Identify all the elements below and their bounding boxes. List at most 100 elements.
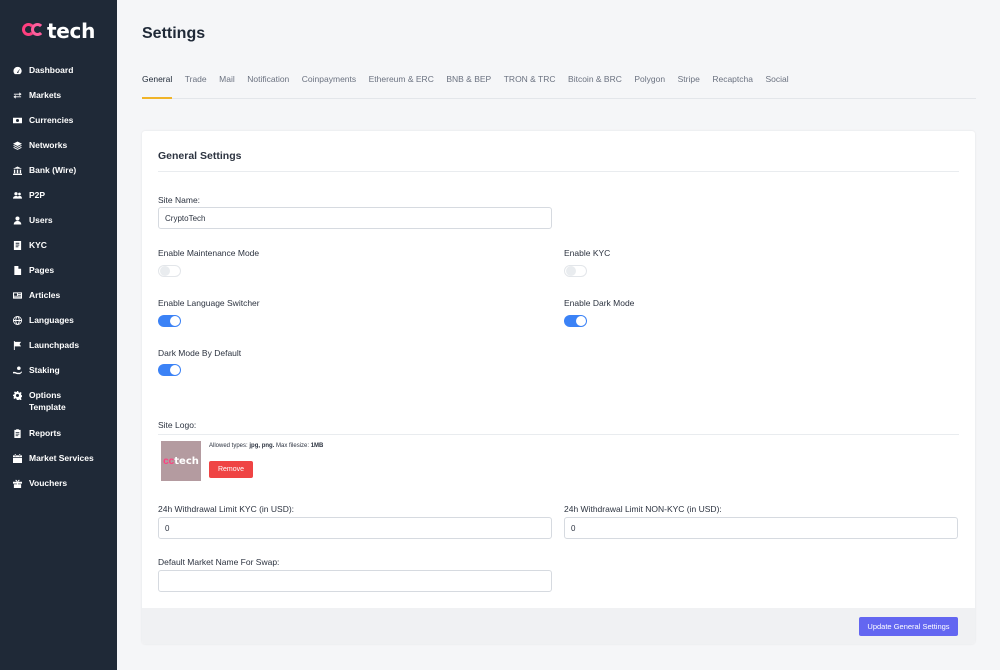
- dark-mode-default-label: Dark Mode By Default: [158, 348, 242, 358]
- brand-mark-icon: [22, 21, 46, 41]
- sidebar-item-markets[interactable]: Markets: [0, 89, 117, 114]
- tab-tron-trc[interactable]: TRON & TRC: [504, 74, 556, 99]
- default-market-name-label: Default Market Name For Swap:: [158, 557, 280, 567]
- settings-tabs: General Trade Mail Notification Coinpayments…: [142, 74, 976, 99]
- enable-kyc-toggle[interactable]: [564, 265, 587, 277]
- tab-stripe[interactable]: Stripe: [678, 74, 700, 99]
- sidebar-item-label: Launchpads: [29, 340, 80, 350]
- sidebar-item-pages[interactable]: Pages: [0, 264, 117, 289]
- exchange-arrows-icon: [12, 90, 22, 100]
- dark-mode-default-toggle[interactable]: [158, 364, 181, 376]
- clipboard-icon: [12, 428, 22, 438]
- sidebar-item-label: Networks: [29, 140, 68, 150]
- newspaper-icon: [12, 290, 22, 300]
- thumb-brand-mark-icon: cc: [163, 455, 175, 467]
- sidebar-item-market-services[interactable]: Market Services: [0, 452, 117, 477]
- brand-logo-text: tech: [47, 19, 96, 43]
- user-icon: [12, 215, 22, 225]
- sidebar-item-languages[interactable]: Languages: [0, 314, 117, 339]
- tab-polygon[interactable]: Polygon: [634, 74, 665, 99]
- dashboard-gauge-icon: [12, 65, 22, 75]
- site-logo-thumbnail: cc tech: [161, 441, 201, 481]
- card-footer: Update General Settings: [142, 608, 975, 644]
- gear-icon: [12, 390, 22, 400]
- globe-icon: [12, 315, 22, 325]
- sidebar-item-kyc[interactable]: KYC: [0, 239, 117, 264]
- flag-icon: [12, 340, 22, 350]
- sidebar-item-p2p[interactable]: P2P: [0, 189, 117, 214]
- sidebar-item-options-template[interactable]: Options Template: [0, 389, 117, 427]
- sidebar-item-label: Users: [29, 215, 53, 225]
- card-title: General Settings: [158, 150, 242, 162]
- site-name-label: Site Name:: [158, 195, 201, 205]
- sidebar-item-label: P2P: [29, 190, 46, 200]
- max-filesize-prefix: Max filesize:: [274, 443, 311, 449]
- sidebar-item-dashboard[interactable]: Dashboard: [0, 64, 117, 89]
- tab-mail[interactable]: Mail: [219, 74, 235, 99]
- enable-kyc-label: Enable KYC: [564, 248, 611, 258]
- tab-notification[interactable]: Notification: [247, 74, 289, 99]
- withdrawal-limit-nonkyc-input[interactable]: [564, 517, 958, 539]
- site-logo-divider: [158, 434, 959, 435]
- allowed-types-prefix: Allowed types:: [209, 443, 250, 449]
- sidebar-item-label: Articles: [29, 290, 61, 300]
- tab-coinpayments[interactable]: Coinpayments: [302, 74, 356, 99]
- sidebar-item-label: Currencies: [29, 115, 74, 125]
- sidebar-item-label: KYC: [29, 240, 47, 250]
- page-title: Settings: [142, 25, 206, 42]
- sidebar: tech Dashboard Markets Currencies Networks B…: [0, 0, 117, 670]
- update-general-settings-button[interactable]: Update General Settings: [859, 617, 958, 636]
- hand-coin-icon: [12, 365, 22, 375]
- card-divider: [158, 171, 959, 172]
- sidebar-item-articles[interactable]: Articles: [0, 289, 117, 314]
- gift-icon: [12, 478, 22, 488]
- max-filesize-value: 1MB: [310, 443, 324, 449]
- site-name-input[interactable]: [158, 207, 552, 229]
- default-market-name-input[interactable]: [158, 570, 552, 592]
- sidebar-nav: Dashboard Markets Currencies Networks Bank (…: [0, 64, 117, 502]
- remove-logo-button[interactable]: Remove: [209, 461, 253, 478]
- tab-social[interactable]: Social: [765, 74, 788, 99]
- sidebar-item-label: Reports: [29, 428, 62, 438]
- language-switcher-toggle[interactable]: [158, 315, 181, 327]
- sidebar-item-vouchers[interactable]: Vouchers: [0, 477, 117, 502]
- calendar-icon: [12, 453, 22, 463]
- sidebar-item-networks[interactable]: Networks: [0, 139, 117, 164]
- sidebar-item-label: Bank (Wire): [29, 165, 77, 175]
- dark-mode-toggle[interactable]: [564, 315, 587, 327]
- thumb-logo-text: tech: [174, 455, 199, 467]
- sidebar-item-label: Market Services: [29, 453, 94, 463]
- sidebar-item-bank-wire[interactable]: Bank (Wire): [0, 164, 117, 189]
- language-switcher-label: Enable Language Switcher: [158, 298, 260, 308]
- sidebar-item-label: Dashboard: [29, 65, 74, 75]
- tab-general[interactable]: General: [142, 74, 173, 99]
- toggle-knob: [170, 316, 180, 326]
- sidebar-item-currencies[interactable]: Currencies: [0, 114, 117, 139]
- sidebar-item-launchpads[interactable]: Launchpads: [0, 339, 117, 364]
- sidebar-item-reports[interactable]: Reports: [0, 427, 117, 452]
- users-icon: [12, 190, 22, 200]
- sidebar-item-label: Languages: [29, 315, 74, 325]
- tab-ethereum-erc[interactable]: Ethereum & ERC: [369, 74, 434, 99]
- tab-bitcoin-brc[interactable]: Bitcoin & BRC: [568, 74, 622, 99]
- id-card-icon: [12, 240, 22, 250]
- withdrawal-limit-kyc-input[interactable]: [158, 517, 552, 539]
- maintenance-mode-toggle[interactable]: [158, 265, 181, 277]
- dark-mode-label: Enable Dark Mode: [564, 298, 635, 308]
- tab-recaptcha[interactable]: Recaptcha: [712, 74, 753, 99]
- toggle-knob: [576, 316, 586, 326]
- tab-trade[interactable]: Trade: [185, 74, 207, 99]
- allowed-types-text: Allowed types: jpg, png. Max filesize: 1…: [209, 443, 323, 449]
- withdrawal-limit-nonkyc-label: 24h Withdrawal Limit NON-KYC (in USD):: [564, 504, 722, 514]
- maintenance-mode-label: Enable Maintenance Mode: [158, 248, 260, 258]
- toggle-knob: [160, 266, 170, 276]
- sidebar-item-users[interactable]: Users: [0, 214, 117, 239]
- sidebar-item-label: Markets: [29, 90, 62, 100]
- brand-logo[interactable]: tech: [22, 18, 95, 44]
- toggle-knob: [170, 365, 180, 375]
- toggle-knob: [566, 266, 576, 276]
- sidebar-item-staking[interactable]: Staking: [0, 364, 117, 389]
- site-logo-label: Site Logo:: [158, 420, 197, 430]
- money-bill-icon: [12, 115, 22, 125]
- tab-bnb-bep[interactable]: BNB & BEP: [446, 74, 491, 99]
